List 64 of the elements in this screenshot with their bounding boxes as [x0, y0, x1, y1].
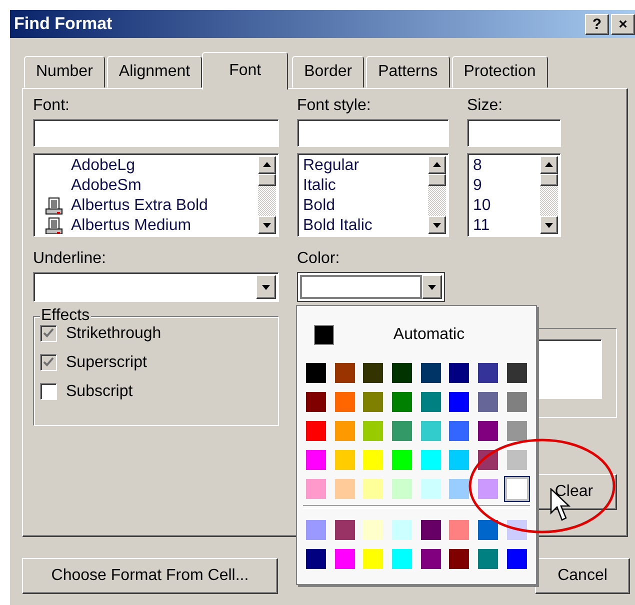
- list-item[interactable]: 10: [473, 196, 491, 216]
- field-label: Size:: [467, 96, 504, 116]
- tab[interactable]: Alignment: [106, 56, 202, 88]
- choose-format-button[interactable]: Choose Format From Cell...: [22, 558, 278, 594]
- tab[interactable]: Font: [202, 52, 288, 90]
- size-field[interactable]: [467, 119, 561, 147]
- dropdown-button[interactable]: [422, 275, 442, 299]
- scrollbar-thumb[interactable]: [258, 174, 276, 186]
- field-label: Font:: [33, 96, 70, 116]
- field-label: Underline:: [33, 249, 107, 269]
- list-item[interactable]: Albertus Extra Bold: [71, 196, 208, 216]
- checkbox-label: Superscript: [66, 354, 147, 372]
- dropdown-button[interactable]: [256, 275, 276, 299]
- list-item[interactable]: 9: [473, 176, 482, 196]
- scrollbar-thumb[interactable]: [540, 174, 558, 186]
- printer-icon: [45, 217, 63, 234]
- printer-icon: [45, 197, 63, 215]
- font-style-field[interactable]: [297, 119, 449, 147]
- color-swatch[interactable]: [303, 476, 329, 502]
- list-item[interactable]: Italic: [303, 176, 336, 196]
- checkbox-label: Subscript: [66, 382, 133, 400]
- color-swatch[interactable]: [504, 476, 530, 502]
- list-item[interactable]: Bold: [303, 196, 336, 216]
- list-item[interactable]: AdobeLg: [71, 156, 136, 176]
- tab[interactable]: Border: [292, 56, 364, 88]
- font-list[interactable]: AdobeLg AdobeSm Albertus Extra Bold Albertus Medium: [33, 153, 279, 237]
- list-item[interactable]: Regular: [303, 156, 360, 176]
- list-item[interactable]: Bold Italic: [303, 216, 372, 234]
- help-button[interactable]: ?: [585, 14, 609, 34]
- scroll-down-button[interactable]: [540, 216, 558, 234]
- list-item[interactable]: Albertus Medium: [71, 216, 192, 234]
- automatic-option[interactable]: Automatic: [303, 315, 530, 355]
- font-style-list[interactable]: Regular Italic Bold Bold Italic: [297, 153, 449, 237]
- window-title: Find Format: [14, 14, 112, 34]
- scroll-down-button[interactable]: [428, 216, 446, 234]
- scrollbar-thumb[interactable]: [428, 174, 446, 186]
- color-swatch[interactable]: [303, 389, 329, 415]
- color-swatch[interactable]: [303, 546, 329, 572]
- underline-dropdown[interactable]: [33, 272, 279, 302]
- checkbox[interactable]: [40, 383, 57, 400]
- scroll-down-button[interactable]: [258, 216, 276, 234]
- cancel-button[interactable]: Cancel: [535, 558, 630, 594]
- list-item[interactable]: AdobeSm: [71, 176, 142, 196]
- color-swatch[interactable]: [303, 360, 329, 386]
- font-field[interactable]: [33, 119, 279, 147]
- close-button[interactable]: ×: [611, 14, 635, 34]
- scroll-up-button[interactable]: [258, 156, 276, 174]
- color-swatch[interactable]: [303, 517, 329, 543]
- size-list[interactable]: 8 9 10 11: [467, 153, 561, 237]
- field-label: Color:: [297, 249, 341, 269]
- checkbox-label: Strikethrough: [66, 324, 162, 342]
- list-item[interactable]: 11: [473, 216, 490, 234]
- tab[interactable]: Protection: [452, 56, 548, 88]
- color-swatch[interactable]: [303, 418, 329, 444]
- color-swatch[interactable]: [303, 447, 329, 473]
- field-label: Font style:: [297, 96, 372, 116]
- scroll-up-button[interactable]: [540, 156, 558, 174]
- tab[interactable]: Patterns: [366, 56, 450, 88]
- tab[interactable]: Number: [24, 56, 105, 88]
- list-item[interactable]: 8: [473, 156, 482, 176]
- checkbox[interactable]: [40, 325, 57, 342]
- checkbox[interactable]: [40, 354, 57, 371]
- scroll-up-button[interactable]: [428, 156, 446, 174]
- color-dropdown[interactable]: [297, 272, 445, 302]
